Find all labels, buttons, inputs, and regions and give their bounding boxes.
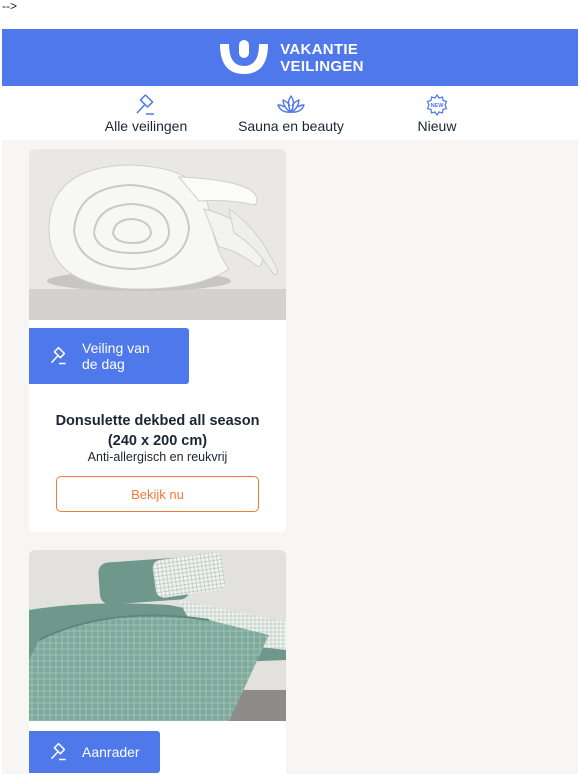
stray-comment-text: --> [2,0,17,13]
gavel-icon [136,94,154,115]
nav-item-alle-veilingen[interactable]: Alle veilingen [102,94,190,134]
nav-item-sauna-en-beauty[interactable]: Sauna en beauty [236,94,346,134]
product-title: Donsulette dekbed all season (240 x 200 … [55,413,260,449]
badge-label: Veiling van de dag [82,340,150,372]
gavel-icon [50,346,66,365]
product-subtitle: Anti-allergisch en reukvrij [87,450,228,464]
product-card[interactable]: Aanrader [29,550,286,774]
product-image[interactable] [29,149,286,320]
smile-logo-icon [220,39,269,74]
nav-item-nieuw[interactable]: NEW Nieuw [412,94,462,134]
gavel-icon [50,742,66,761]
lotus-icon [277,95,305,113]
auction-of-the-day-badge[interactable]: Veiling van de dag [29,328,189,384]
nav-label: Alle veilingen [104,118,188,134]
product-card[interactable]: Veiling van de dag Donsulette dekbed all… [29,149,286,532]
header-banner: VAKANTIE VEILINGEN [2,29,578,86]
new-badge-icon: NEW [426,94,448,116]
new-badge-text: NEW [431,103,445,109]
brand-line-2: VEILINGEN [280,57,364,75]
recommended-badge[interactable]: Aanrader [29,731,160,773]
badge-label: Aanrader [82,744,140,760]
category-nav: Alle veilingen Sauna en beauty NEW Nieuw [2,86,578,140]
product-image[interactable] [29,550,286,721]
nav-label: Nieuw [417,118,457,134]
brand-logo[interactable]: VAKANTIE VEILINGEN [216,38,364,78]
content-area: Veiling van de dag Donsulette dekbed all… [2,140,578,774]
brand-line-1: VAKANTIE [280,40,359,58]
brand-name: VAKANTIE VEILINGEN [280,41,364,75]
nav-label: Sauna en beauty [238,118,344,134]
view-now-button[interactable]: Bekijk nu [56,476,259,512]
